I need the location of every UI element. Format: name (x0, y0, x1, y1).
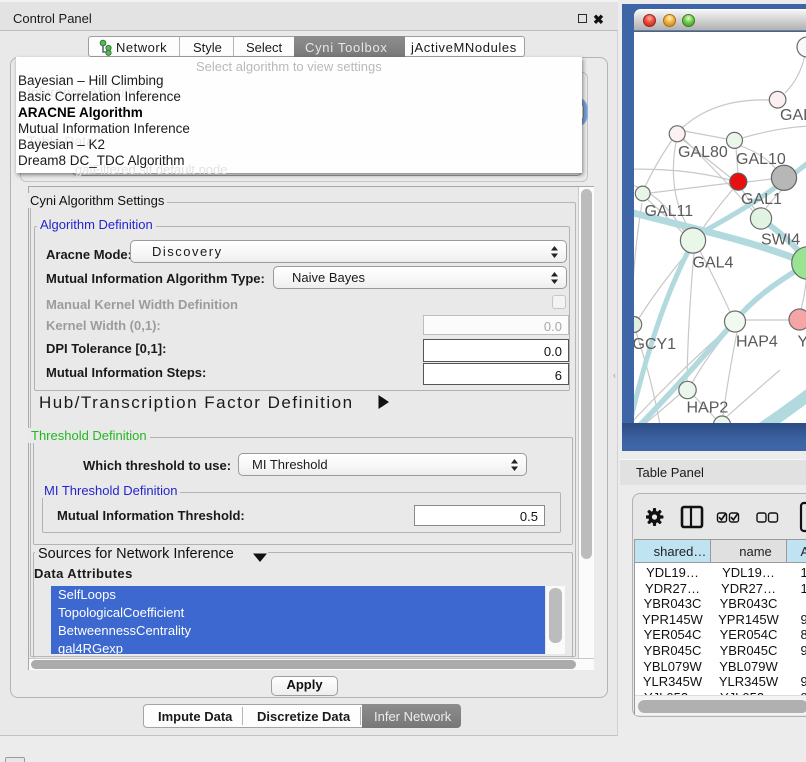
svg-text:GCY1: GCY1 (634, 336, 676, 353)
svg-text:Y: Y (798, 334, 806, 351)
svg-text:GAL80: GAL80 (678, 144, 728, 161)
svg-text:GAL10: GAL10 (736, 151, 786, 168)
svg-text:GAL4: GAL4 (693, 255, 734, 272)
svg-text:GAL7: GAL7 (780, 107, 806, 124)
svg-text:HAP2: HAP2 (687, 400, 729, 417)
svg-text:SWI4: SWI4 (761, 232, 800, 249)
svg-text:HAP4: HAP4 (736, 334, 778, 351)
svg-text:GAL11: GAL11 (645, 203, 694, 220)
svg-text:GAL1: GAL1 (741, 191, 782, 208)
